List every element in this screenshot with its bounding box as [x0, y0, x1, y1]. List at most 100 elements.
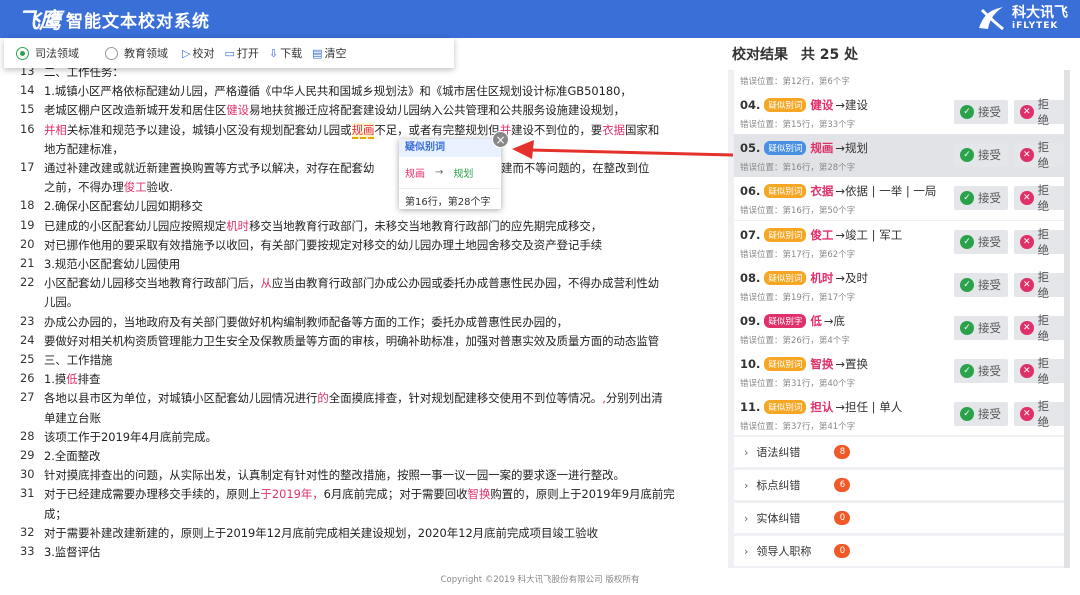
line-number: 20 — [20, 236, 35, 251]
result-item[interactable]: 08. 疑似别词 机时 →及时 错误位置：第19行，第17个字 ✓ 接受 ✕ 拒绝 — [734, 263, 1064, 307]
reject-button[interactable]: ✕ 拒绝 — [1014, 313, 1064, 343]
error-highlight[interactable]: 的 — [317, 391, 328, 405]
line-text: 2.确保小区配套幼儿园如期移交 — [44, 198, 708, 214]
result-item[interactable]: 06. 疑似别词 衣据 →依据 | 一举 | 一局 错误位置：第16行，第50个字 ✓ 接受… — [734, 177, 1064, 221]
close-icon[interactable]: × — [492, 131, 509, 148]
category-label: 实体纠错 — [756, 512, 801, 525]
result-error-position: 错误位置：第12行，第6个字 — [740, 77, 850, 87]
line-text-segment: 对于已经建成需要办理移交手续的，原则上 — [44, 487, 261, 502]
line-text-segment: 2.全面整改 — [44, 449, 101, 463]
error-highlight[interactable]: 机时 — [226, 219, 249, 233]
clear-button[interactable]: ▤ 清空 — [312, 45, 346, 61]
line-text-segment: 儿园。 — [44, 295, 79, 310]
accept-button[interactable]: ✓ 接受 — [954, 143, 1008, 168]
reject-button[interactable]: ✕ 拒绝 — [1014, 183, 1064, 213]
line-text-segment: 排查 — [77, 372, 101, 387]
accept-button[interactable]: ✓ 接受 — [954, 402, 1008, 427]
suggestion-tooltip: 疑似别词 规画 → 规划 第16行，第28个字 × — [399, 131, 509, 209]
result-number: 09. — [740, 314, 761, 328]
results-count: 共 25 处 — [800, 47, 859, 63]
result-suggestion: →担任 | 单人 — [835, 400, 903, 415]
result-item[interactable]: 04. 疑似别词 健设 →建设 错误位置：第15行，第33个字 ✓ 接受 ✕ 拒绝 — [734, 91, 1064, 134]
line-text-segment: 1.摸 — [44, 372, 67, 387]
accept-label: 接受 — [978, 321, 1001, 335]
logo-mark: 飞鹰 — [18, 8, 61, 34]
download-icon: ⇩ — [268, 46, 279, 60]
download-button[interactable]: ⇩ 下载 — [269, 45, 302, 61]
category-toggle[interactable]: › 领导人职称 0 — [734, 536, 1064, 566]
accept-button[interactable]: ✓ 接受 — [954, 272, 1008, 297]
tooltip-suggested-word[interactable]: 规划 — [453, 165, 473, 180]
reject-button[interactable]: ✕ 拒绝 — [1014, 399, 1064, 429]
radio-selected-icon — [16, 46, 29, 60]
chevron-right-icon: › — [744, 511, 749, 525]
result-error-position: 错误位置：第15行，第33个字 — [740, 120, 856, 130]
line-number: 15 — [20, 102, 35, 117]
close-icon: ✕ — [1020, 407, 1034, 422]
category-toggle[interactable]: › 语法纠错 8 — [734, 437, 1064, 467]
error-highlight[interactable]: 低 — [66, 372, 77, 386]
result-item[interactable]: 07. 疑似别词 俊工 →竣工 | 军工 错误位置：第17行，第62个字 ✓ 接受 ✕ 拒绝 — [734, 220, 1064, 264]
line-number: 25 — [20, 352, 35, 366]
domain-radio-judicial[interactable]: 司法领域 — [16, 45, 79, 61]
accept-button[interactable]: ✓ 接受 — [954, 100, 1008, 124]
iflytek-logo-icon — [979, 7, 1004, 31]
proofread-button[interactable]: ▷ 校对 — [182, 45, 214, 61]
check-icon: ✓ — [960, 321, 974, 335]
line-text-segment: 办成公办园的，当地政府及有关部门要做好机构编制教师配备等方面的工作；委托办成普惠… — [44, 314, 568, 329]
error-highlight[interactable]: 健设 — [226, 103, 249, 117]
result-item-partial[interactable]: 错误位置：第12行，第6个字 — [734, 70, 1064, 91]
accept-button[interactable]: ✓ 接受 — [954, 359, 1008, 384]
error-highlight[interactable]: 俊工 — [124, 180, 147, 194]
reject-label: 拒绝 — [1037, 183, 1050, 214]
reject-button[interactable]: ✕ 拒绝 — [1014, 270, 1064, 300]
result-item[interactable]: 11. 疑似别词 担认 →担任 | 单人 错误位置：第37行，第41个字 ✓ 接受 ✕ 拒绝 — [734, 393, 1064, 435]
results-scrollbar[interactable] — [1064, 70, 1070, 568]
accept-button[interactable]: ✓ 接受 — [954, 316, 1008, 340]
check-icon: ✓ — [960, 148, 974, 163]
reject-button[interactable]: ✕ 拒绝 — [1014, 227, 1064, 257]
close-icon: ✕ — [1020, 105, 1034, 119]
category-count-badge: 0 — [834, 511, 851, 525]
accept-button[interactable]: ✓ 接受 — [954, 229, 1008, 254]
error-highlight[interactable]: 于2019年， — [260, 487, 323, 501]
accept-button[interactable]: ✓ 接受 — [954, 186, 1008, 211]
reject-button[interactable]: ✕ 拒绝 — [1014, 97, 1064, 127]
result-item[interactable]: 09. 疑似别字低 →底 错误位置：第26行，第4个字 ✓ 接受 ✕ 拒绝 — [734, 307, 1064, 350]
error-type-tag: 疑似别词 — [764, 357, 807, 372]
line-text: 针对摸底排查出的问题，从实际出发，认真制定有针对性的整改措施，按照一事一议一园一… — [44, 467, 708, 483]
error-highlight-active[interactable]: 规画 — [351, 122, 375, 139]
clear-icon: ▤ — [312, 46, 323, 60]
line-number: 29 — [20, 448, 35, 462]
error-highlight[interactable]: 智换 — [468, 487, 491, 501]
accept-label: 接受 — [978, 234, 1001, 249]
line-number: 28 — [20, 428, 35, 443]
result-suggestion: →底 — [823, 314, 846, 328]
line-text-segment: 单建立台账 — [44, 410, 101, 425]
results-title-text: 校对结果 — [732, 47, 788, 63]
category-toggle[interactable]: › 标点纠错 6 — [734, 470, 1064, 500]
domain-radio-education[interactable]: 教育领域 — [105, 45, 168, 61]
reject-label: 拒绝 — [1037, 140, 1050, 171]
result-item[interactable]: 05. 疑似别词 规画 →规划 错误位置：第16行，第28个字 ✓ 接受 ✕ 拒绝 — [734, 134, 1064, 178]
result-suggestion: →建设 — [835, 98, 869, 112]
error-highlight[interactable]: 衣据 — [602, 123, 625, 137]
line-text: 各地以县市区为单位，对城镇小区配套幼儿园情况进行的全面摸底排查，针对规划配建移交… — [44, 390, 708, 406]
category-toggle[interactable]: › 实体纠错 0 — [734, 503, 1064, 533]
reject-button[interactable]: ✕ 拒绝 — [1014, 140, 1064, 170]
reject-label: 拒绝 — [1037, 356, 1050, 387]
result-error-position: 错误位置：第26行，第4个字 — [740, 336, 850, 346]
open-button[interactable]: ▭ 打开 — [224, 45, 258, 61]
reject-button[interactable]: ✕ 拒绝 — [1014, 356, 1064, 386]
accept-label: 接受 — [978, 148, 1001, 163]
document-editor[interactable]: 13 二、工作任务： 14 1.城镇小区严格依标配建幼儿园，严格遵循《中华人民共和国城… — [0, 68, 712, 568]
accept-label: 接受 — [978, 191, 1001, 206]
error-highlight[interactable]: 从 — [260, 276, 271, 290]
result-item[interactable]: 10. 疑似别词 智换 →置换 错误位置：第31行，第40个字 ✓ 接受 ✕ 拒绝 — [734, 350, 1064, 394]
check-icon: ✓ — [960, 364, 974, 379]
line-text: 1.摸低排查 — [44, 371, 708, 387]
line-text-segment: 针对摸底排查出的问题，从实际出发，认真制定有针对性的整改措施，按照一事一议一园一… — [44, 468, 625, 483]
result-list[interactable]: 错误位置：第12行，第6个字 04. 疑似别词 健设 →建设 错误位置：第15行，第33… — [734, 70, 1064, 435]
error-highlight[interactable]: 并相 — [44, 123, 67, 137]
line-text-segment: 购置的，原则上于2019年9月底前完 — [490, 487, 675, 502]
